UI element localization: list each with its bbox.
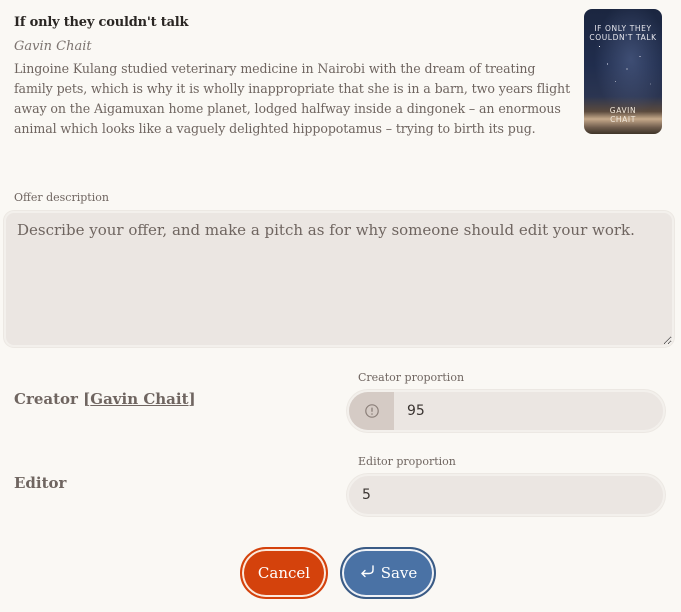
cancel-button-label: Cancel bbox=[257, 564, 311, 582]
editor-proportion-field bbox=[347, 474, 665, 516]
cover-title-line: COULDN'T TALK bbox=[589, 33, 657, 42]
cover-title-line: IF ONLY THEY bbox=[594, 24, 652, 33]
book-description: Lingoine Kulang studied veterinary medic… bbox=[14, 61, 571, 136]
creator-label-prefix: Creator [ bbox=[14, 390, 91, 408]
editor-proportion-input[interactable] bbox=[349, 476, 663, 514]
book-author: Gavin Chait bbox=[14, 39, 92, 54]
exclamation-circle-icon bbox=[349, 392, 394, 430]
book-title: If only they couldn't talk bbox=[14, 15, 189, 30]
offer-description-label: Offer description bbox=[14, 191, 109, 204]
offer-form-page: If only they couldn't talk Gavin Chait L… bbox=[0, 0, 681, 612]
cover-author-line: CHAIT bbox=[610, 115, 636, 124]
book-cover-image: IF ONLY THEY COULDN'T TALK GAVIN CHAIT bbox=[584, 9, 662, 134]
creator-proportion-input[interactable] bbox=[394, 392, 663, 430]
creator-proportion-label: Creator proportion bbox=[358, 371, 465, 384]
book-card: If only they couldn't talk Gavin Chait L… bbox=[14, 12, 574, 139]
creator-name-link[interactable]: Gavin Chait bbox=[90, 390, 188, 408]
save-button[interactable]: Save bbox=[340, 547, 436, 599]
return-arrow-icon bbox=[359, 564, 375, 582]
cover-author: GAVIN CHAIT bbox=[584, 106, 662, 124]
cancel-button[interactable]: Cancel bbox=[240, 547, 328, 599]
creator-label: Creator [Gavin Chait] bbox=[14, 390, 196, 408]
creator-proportion-field bbox=[347, 390, 665, 432]
cover-author-line: GAVIN bbox=[609, 106, 637, 115]
editor-proportion-label: Editor proportion bbox=[358, 455, 456, 468]
creator-label-suffix: ] bbox=[188, 390, 196, 408]
editor-label: Editor bbox=[14, 474, 67, 492]
cover-title: IF ONLY THEY COULDN'T TALK bbox=[584, 24, 662, 42]
offer-description-textarea[interactable] bbox=[4, 211, 674, 347]
save-button-label: Save bbox=[380, 564, 418, 582]
